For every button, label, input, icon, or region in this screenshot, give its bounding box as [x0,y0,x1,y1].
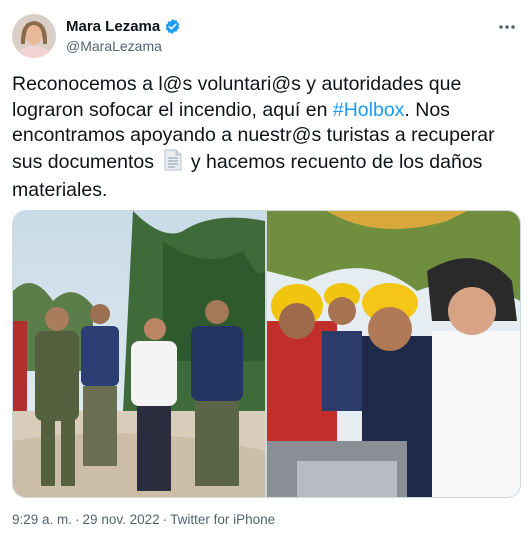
media-photo-2[interactable] [267,211,520,497]
photo-1-image [13,211,265,497]
avatar[interactable] [12,14,56,58]
display-name[interactable]: Mara Lezama [66,18,160,35]
tweet-time[interactable]: 9:29 a. m. [12,512,72,527]
tweet-metadata: 9:29 a. m. · 29 nov. 2022 · Twitter for … [12,512,275,527]
author-name-row: Mara Lezama [66,18,181,35]
author-handle[interactable]: @MaraLezama [66,38,162,54]
tweet-date[interactable]: 29 nov. 2022 [83,512,160,527]
meta-separator: · [75,512,80,527]
avatar-image [12,14,56,58]
meta-separator-2: · [162,512,168,527]
media-grid [12,210,521,498]
more-options-icon[interactable] [496,16,518,38]
photo-2-image [267,211,520,497]
tweet-text: Reconocemos a l@s voluntari@s y autorida… [12,72,512,204]
tweet-source[interactable]: Twitter for iPhone [170,512,275,527]
tweet-card: Mara Lezama @MaraLezama Reconocemos a l@… [0,0,532,536]
hashtag-link[interactable]: #Holbox [333,99,405,121]
page-facing-up-icon [163,149,183,179]
verified-badge-icon [164,18,181,35]
media-photo-1[interactable] [13,211,265,497]
